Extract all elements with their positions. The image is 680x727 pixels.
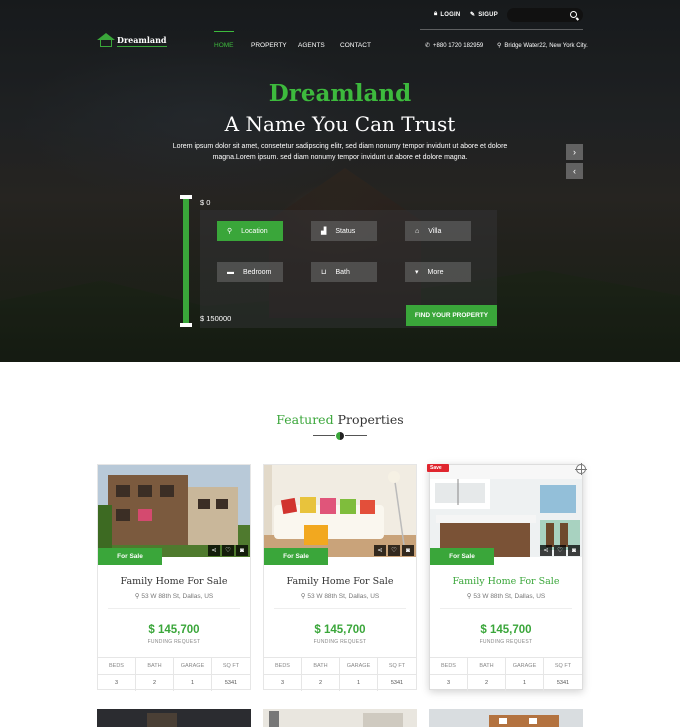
address-info: ⚲ Bridge Water22, New York City. [497, 42, 588, 50]
property-price: $ 145,700 [480, 624, 532, 636]
more-select[interactable]: ▾ More [405, 262, 471, 282]
top-bar: 🔒︎ LOGIN ✎ SIGUP [0, 0, 680, 30]
nav-contact[interactable]: CONTACT [340, 42, 371, 49]
share-icon[interactable]: ⋖ [374, 545, 386, 556]
home-icon: ⌂ [415, 227, 420, 235]
property-address: ⚲ 53 W 88th St, Dallas, US [300, 593, 380, 600]
property-image[interactable] [264, 465, 416, 557]
for-sale-tag: For Sale [430, 548, 494, 565]
funding-request-label: FUNDING REQUEST [147, 639, 201, 645]
search-icon[interactable] [570, 11, 577, 18]
pencil-icon: ✎ [470, 12, 476, 18]
funding-request-label: FUNDING REQUEST [479, 639, 533, 645]
slider-next-button[interactable]: › [566, 144, 583, 160]
share-icon[interactable]: ⋖ [540, 545, 552, 556]
chart-icon: ▟ [321, 228, 327, 235]
nav-agents[interactable]: AGENTS [298, 42, 325, 49]
phone-info: ✆ +880 1720 182959 [425, 42, 484, 50]
price-slider-handle-min[interactable] [180, 195, 192, 199]
camera-icon[interactable]: ◙ [402, 545, 414, 556]
caret-down-icon: ▾ [415, 269, 419, 276]
login-link[interactable]: 🔒︎ LOGIN [434, 11, 460, 18]
house-logo-icon [97, 33, 115, 47]
property-card[interactable]: For Sale ⋖ ♡ ◙ Family Home For Sale ⚲ 53… [97, 464, 251, 691]
bedroom-select[interactable]: ▬ Bedroom [217, 262, 283, 282]
slider-prev-button[interactable]: ‹ [566, 163, 583, 179]
hero-title: Dreamland [268, 80, 412, 107]
for-sale-tag: For Sale [264, 548, 328, 565]
property-title[interactable]: Family Home For Sale [98, 576, 250, 587]
status-select[interactable]: ▟ Status [311, 221, 377, 241]
chevron-right-icon: › [573, 147, 576, 157]
camera-icon[interactable]: ◙ [568, 545, 580, 556]
location-select[interactable]: ⚲ Location [217, 221, 283, 241]
property-image[interactable] [430, 465, 582, 557]
property-specs: BEDS 3 BATH 2 GARAGE 1 SQ FT 5341 [430, 657, 582, 691]
nav-property[interactable]: PROPERTY [251, 42, 287, 49]
property-card[interactable]: For Sale ⋖ ♡ ◙ Family Home For Sale ⚲ 53… [429, 464, 583, 691]
chevron-left-icon: ‹ [573, 166, 576, 176]
property-card-partial[interactable] [263, 709, 417, 727]
property-card-partial[interactable] [97, 709, 251, 727]
map-pin-icon: ⚲ [227, 228, 233, 235]
property-address: ⚲ 53 W 88th St, Dallas, US [134, 593, 214, 600]
property-price: $ 145,700 [148, 624, 200, 636]
phone-icon: ✆ [425, 43, 431, 49]
bath-icon: ⊔ [321, 269, 327, 276]
hero-description: Lorem ipsum dolor sit amet, consetetur s… [172, 143, 508, 161]
hero-subtitle: A Name You Can Trust [224, 112, 456, 136]
nav-home[interactable]: HOME [214, 42, 234, 49]
signup-link[interactable]: ✎ SIGUP [470, 11, 498, 19]
villa-select[interactable]: ⌂ Villa [405, 221, 471, 241]
price-max-label: $ 150000 [200, 314, 232, 323]
price-slider-handle-max[interactable] [180, 323, 192, 327]
logo[interactable]: Dreamland [97, 33, 167, 47]
property-title[interactable]: Family Home For Sale [264, 576, 416, 587]
share-icon[interactable]: ⋖ [208, 545, 220, 556]
property-specs: BEDS 3 BATH 2 GARAGE 1 SQ FT 5341 [98, 657, 250, 691]
price-range-slider[interactable] [183, 197, 189, 325]
heart-icon[interactable]: ♡ [222, 545, 234, 556]
lock-icon: 🔒︎ [434, 11, 438, 17]
heading-divider [313, 432, 367, 440]
location-pin-icon: ⚲ [497, 43, 502, 49]
bed-icon: ▬ [227, 268, 234, 276]
funding-request-label: FUNDING REQUEST [313, 639, 367, 645]
property-title[interactable]: Family Home For Sale [430, 576, 582, 587]
featured-heading: Featured Properties [276, 412, 404, 427]
camera-icon[interactable]: ◙ [236, 545, 248, 556]
for-sale-tag: For Sale [98, 548, 162, 565]
heart-icon[interactable]: ♡ [388, 545, 400, 556]
property-address: ⚲ 53 W 88th St, Dallas, US [466, 593, 546, 600]
property-image[interactable] [98, 465, 250, 557]
hero-banner: 🔒︎ LOGIN ✎ SIGUP Dreamland HOME PROPERTY A… [0, 0, 680, 362]
property-price: $ 145,700 [314, 624, 366, 636]
property-card[interactable]: For Sale ⋖ ♡ ◙ Family Home For Sale ⚲ 53… [263, 464, 417, 691]
property-specs: BEDS 3 BATH 2 GARAGE 1 SQ FT 5341 [264, 657, 416, 691]
find-property-button[interactable]: FIND YOUR PROPERTY [406, 305, 497, 326]
property-card-partial[interactable] [429, 709, 583, 727]
pinterest-save-button[interactable]: Save [427, 464, 449, 472]
heart-icon[interactable]: ♡ [554, 545, 566, 556]
bath-select[interactable]: ⊔ Bath [311, 262, 377, 282]
search-input[interactable] [507, 8, 583, 22]
top-divider [420, 29, 583, 30]
price-min-label: $ 0 [200, 198, 211, 207]
crosshair-icon[interactable] [575, 463, 587, 475]
